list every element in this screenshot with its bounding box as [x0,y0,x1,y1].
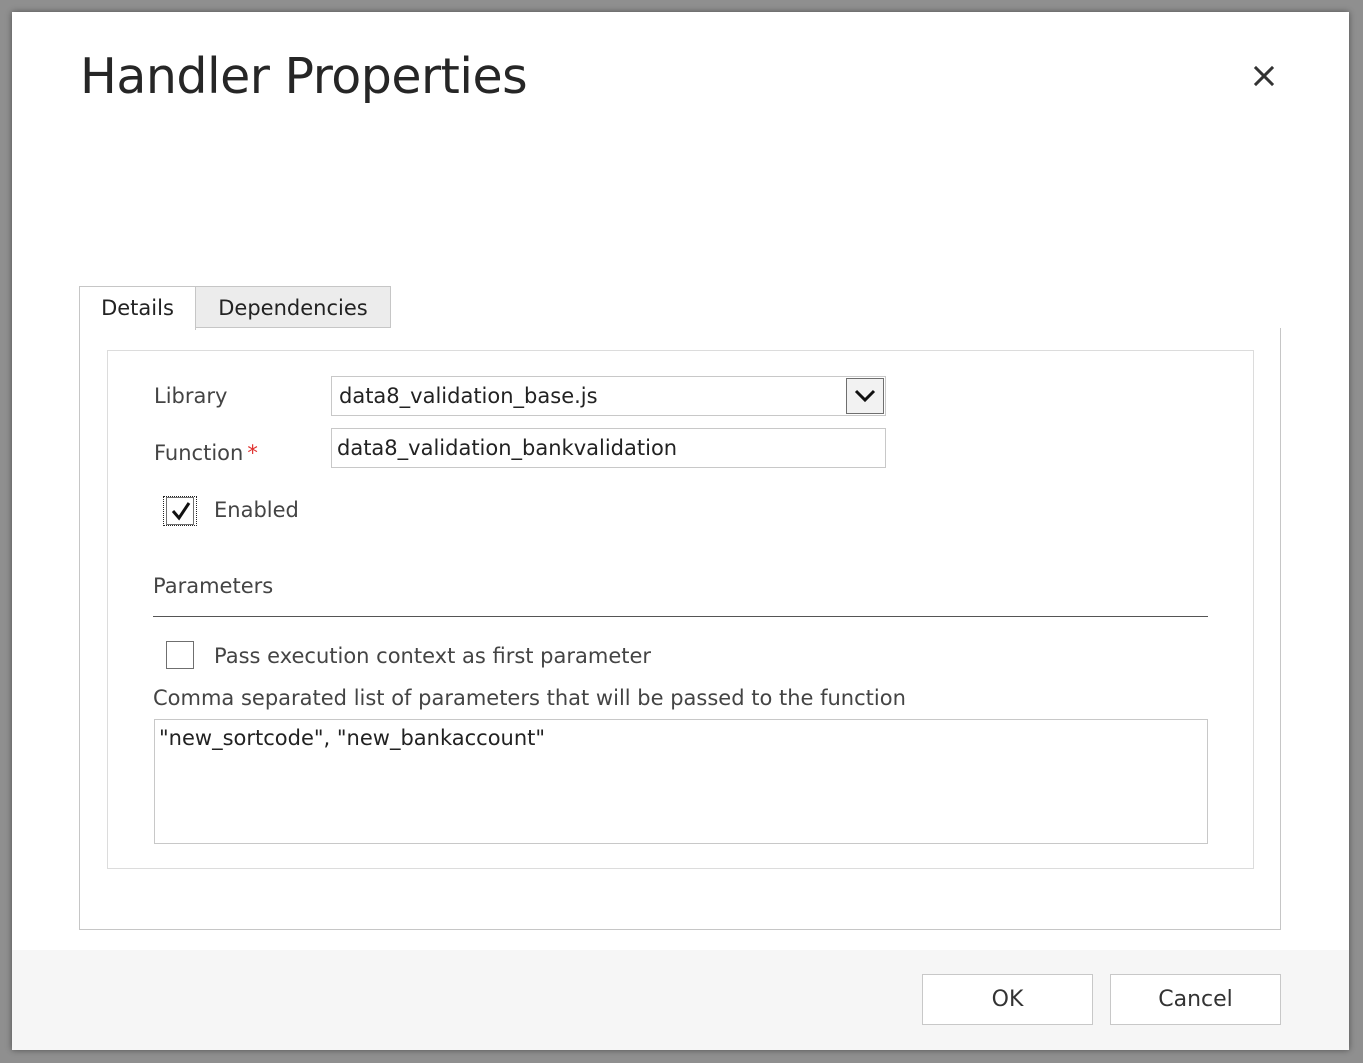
tab-details[interactable]: Details [79,286,196,330]
library-select[interactable]: data8_validation_base.js [331,376,886,416]
cancel-button[interactable]: Cancel [1110,974,1281,1025]
close-icon [1253,65,1275,87]
parameters-divider [153,616,1208,617]
parameters-textarea[interactable]: "new_sortcode", "new_bankaccount" [154,719,1208,844]
enabled-checkbox[interactable] [166,497,194,525]
library-select-value: data8_validation_base.js [339,384,598,408]
dialog-title: Handler Properties [80,48,528,105]
pass-context-label: Pass execution context as first paramete… [214,644,652,668]
function-label-text: Function [154,441,244,465]
pass-context-checkbox[interactable] [166,641,194,669]
ok-button[interactable]: OK [922,974,1093,1025]
parameters-heading: Parameters [153,574,274,598]
chevron-down-icon [854,389,876,403]
required-marker: * [247,441,258,465]
checkmark-icon [171,502,191,521]
library-label: Library [154,384,228,408]
enabled-label: Enabled [214,498,299,522]
parameters-list-label: Comma separated list of parameters that … [153,686,906,710]
handler-properties-dialog: Handler Properties Details Dependencies … [12,12,1349,1050]
library-dropdown-button[interactable] [846,378,884,414]
function-label: Function * [154,441,258,465]
function-input[interactable] [331,428,886,468]
tab-dependencies[interactable]: Dependencies [196,286,391,328]
close-button[interactable] [1249,61,1279,91]
